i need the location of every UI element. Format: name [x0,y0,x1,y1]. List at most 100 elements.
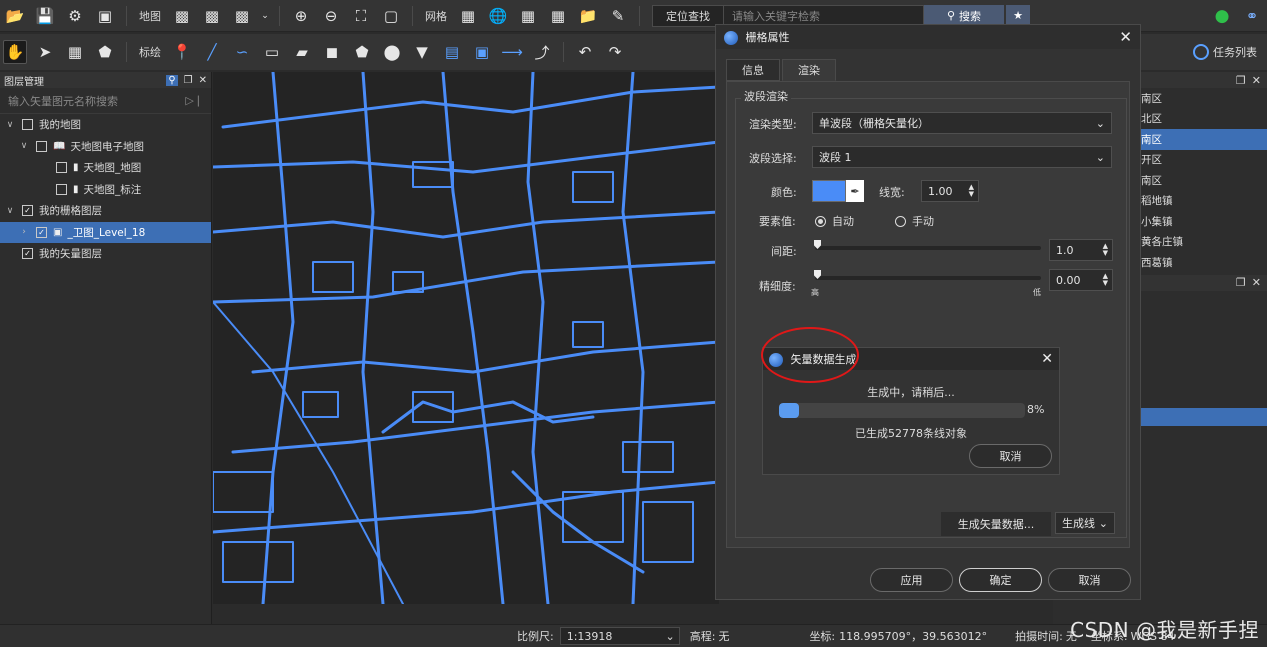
tree-item-raster-layers[interactable]: ∨ ✓ 我的栅格图层 [0,200,211,222]
draw-arrow-icon[interactable]: ⟶ [500,40,524,64]
ok-button[interactable]: 确定 [959,568,1042,592]
render-type-select[interactable]: 单波段（栅格矢量化） ⌄ [812,112,1112,134]
draw-parallelogram-icon[interactable]: ▰ [290,40,314,64]
layer-checkbox[interactable]: ✓ [22,248,33,260]
draw-circle-icon[interactable]: ⬤ [380,40,404,64]
draw-frame-icon[interactable]: ▣ [470,40,494,64]
save-icon[interactable]: 💾 [33,4,57,28]
full-extent-icon[interactable]: ⛶ [349,4,373,28]
close-panel-icon[interactable]: ✕ [199,75,207,86]
map-canvas[interactable] [213,72,719,604]
mgrs-grid-icon[interactable]: ▦ [546,4,570,28]
zoom-out-icon[interactable]: ⊖ [319,4,343,28]
marker-pin-icon[interactable]: 📍 [170,40,194,64]
spin-arrows-icon[interactable]: ▲ ▼ [1103,243,1108,257]
tree-item-tianditu-label[interactable]: ▮ 天地图_标注 [0,179,211,201]
dialog-title: 栅格属性 [745,31,790,44]
tree-item-vector-layers[interactable]: ✓ 我的矢量图层 [0,243,211,265]
layer-checkbox[interactable]: ✓ [36,226,47,238]
close-icon[interactable]: ✕ [1119,28,1132,46]
eyedropper-icon[interactable]: ✒ [846,180,864,202]
layer-checkbox[interactable] [22,119,33,131]
restore-window-icon[interactable]: ❐ [1236,74,1246,87]
close-panel-icon[interactable]: ✕ [1252,276,1261,289]
restore-window-icon[interactable]: ❐ [184,75,193,86]
basemap-dropdown-icon[interactable]: ⌄ [260,4,270,28]
draw-rectangle-icon[interactable]: ▭ [260,40,284,64]
color-swatch[interactable] [812,180,846,202]
basemap-satellite-icon[interactable]: ▩ [170,4,194,28]
tab-info[interactable]: 信息 [726,59,780,81]
globe-grid-icon[interactable]: 🌐 [486,4,510,28]
line-width-spinbox[interactable]: 1.00 ▲ ▼ [921,180,979,202]
image-icon[interactable]: ▣ [93,4,117,28]
spacing-spinbox[interactable]: 1.0 ▲ ▼ [1049,239,1113,261]
task-list-button[interactable]: 任务列表 [1193,44,1257,60]
select-polygon-icon[interactable]: ⬟ [93,40,117,64]
draw-sector-icon[interactable]: ▼ [410,40,434,64]
layer-checkbox[interactable]: ✓ [22,205,33,217]
select-rect-icon[interactable]: ▦ [63,40,87,64]
close-icon[interactable]: ✕ [1041,351,1053,367]
settings-gear-icon[interactable]: ⚙ [63,4,87,28]
tree-item-tianditu[interactable]: ∨ 📖 天地图电子地图 [0,136,211,158]
band-select[interactable]: 波段 1 ⌄ [812,146,1112,168]
fineness-slider[interactable] [815,276,1041,280]
app-logo-icon[interactable]: ⚭ [1240,4,1264,28]
wechat-icon[interactable]: ● [1210,4,1234,28]
chevron-down-icon[interactable]: ∨ [4,120,16,130]
spacing-label: 间距: [771,245,797,258]
collapse-icon[interactable]: ▷❘ [185,94,203,107]
scale-select[interactable]: 1:13918 ⌄ [559,627,680,645]
layer-checkbox[interactable] [56,183,67,195]
tree-item-my-map[interactable]: ∨ 我的地图 [0,114,211,136]
spin-arrows-icon[interactable]: ▲ ▼ [969,184,974,198]
radio-manual[interactable]: 手动 [895,213,934,229]
restore-window-icon[interactable]: ❐ [1236,276,1246,289]
spin-arrows-icon[interactable]: ▲ ▼ [1103,273,1108,287]
apply-button[interactable]: 应用 [870,568,953,592]
radio-auto[interactable]: 自动 [815,213,854,229]
draw-square-icon[interactable]: ◼ [320,40,344,64]
layer-checkbox[interactable] [36,140,47,152]
undo-icon[interactable]: ↶ [573,40,597,64]
generate-type-select[interactable]: 生成线 ⌄ [1055,512,1115,534]
draw-pentagon-icon[interactable]: ⬟ [350,40,374,64]
spacing-slider[interactable] [815,246,1041,250]
redo-icon[interactable]: ↷ [603,40,627,64]
chevron-down-icon[interactable]: ∨ [4,206,16,216]
grid-icon[interactable]: ▦ [456,4,480,28]
fineness-spinbox[interactable]: 0.00 ▲ ▼ [1049,269,1113,291]
cancel-button[interactable]: 取消 [1048,568,1131,592]
radio-manual-label: 手动 [912,215,934,228]
draw-curve-icon[interactable]: ∽ [230,40,254,64]
tree-item-label: 天地图电子地图 [70,140,144,153]
select-arrow-icon[interactable]: ➤ [33,40,57,64]
basemap-terrain-icon[interactable]: ▩ [230,4,254,28]
tree-item-satellite-level18[interactable]: › ✓ ▣ _卫图_Level_18 [0,221,211,243]
tree-item-tianditu-map[interactable]: ▮ 天地图_地图 [0,157,211,179]
draw-text-icon[interactable]: ▤ [440,40,464,64]
task-list-label: 任务列表 [1213,46,1257,59]
progress-cancel-button[interactable]: 取消 [969,444,1052,468]
pan-hand-icon[interactable]: ✋ [3,40,27,64]
close-panel-icon[interactable]: ✕ [1252,74,1261,87]
locate-mode-select[interactable]: 定位查找 [652,4,724,27]
basemap-dark-icon[interactable]: ▩ [200,4,224,28]
draw-curved-arrow-icon[interactable]: ⤴ [530,40,554,64]
layer-checkbox[interactable] [56,162,67,174]
tab-render[interactable]: 渲染 [782,59,836,81]
chevron-right-icon[interactable]: › [18,227,30,237]
open-folder-icon[interactable]: 📂 [3,4,27,28]
fit-window-icon[interactable]: ▢ [379,4,403,28]
clear-brush-icon[interactable]: ✎ [606,4,630,28]
zoom-in-icon[interactable]: ⊕ [289,4,313,28]
chevron-down-icon[interactable]: ∨ [18,141,30,151]
km-grid-icon[interactable]: ▦ [516,4,540,28]
layer-search-input[interactable]: 输入矢量图元名称搜索 ▷❘ [0,88,211,114]
generate-vector-button[interactable]: 生成矢量数据... [941,512,1051,536]
progress-count-text: 已生成52778条线对象 [855,427,967,440]
layer-search-icon[interactable]: ⚲ [166,74,178,86]
draw-line-icon[interactable]: ╱ [200,40,224,64]
folder-icon[interactable]: 📁 [576,4,600,28]
